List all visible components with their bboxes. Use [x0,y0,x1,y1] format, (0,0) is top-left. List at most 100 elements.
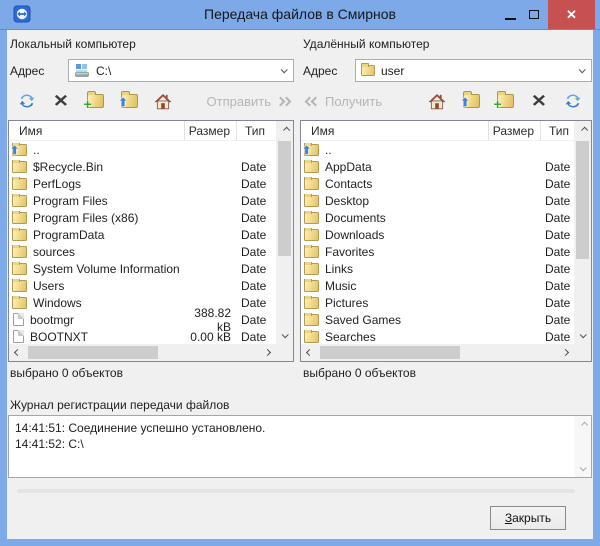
folder-icon [12,280,27,292]
file-row[interactable]: SearchesDate [301,328,574,344]
file-row[interactable]: BOOTNXT0.00 kBDate [9,328,276,344]
file-row[interactable]: LinksDate [301,260,574,277]
file-type: Date [237,262,276,276]
close-window-button[interactable]: ✕ [548,0,595,29]
file-row[interactable]: sourcesDate [9,243,276,260]
file-name: PerfLogs [33,177,81,191]
local-address-value: C:\ [96,64,111,78]
local-address-combobox[interactable]: C:\ [68,59,294,82]
transfer-progressbar [17,489,575,493]
remote-panel-label: Удалённый компьютер [303,37,429,51]
remote-address-combobox[interactable]: user [355,59,592,82]
scroll-right-icon[interactable] [557,344,574,361]
file-row[interactable]: AppData Date [301,158,574,175]
new-folder-button[interactable]: + [78,89,112,113]
remote-new-folder-button[interactable]: + [488,89,522,113]
file-row[interactable]: UsersDate [9,277,276,294]
file-row[interactable]: ⬆.. [9,141,276,158]
send-button-label: Отправить [207,94,271,109]
remote-delete-button[interactable]: ✕ [522,89,556,113]
file-type: Date [541,330,574,344]
local-file-list: Имя Размер Тип ⬆..$Recycle.BinDatePerfLo… [8,120,294,362]
scroll-down-icon[interactable] [276,327,293,344]
scroll-down-icon[interactable] [574,460,591,477]
folder-icon [12,263,27,275]
file-type: Date [541,245,574,259]
folder-up-button[interactable]: ⬆ [112,89,146,113]
remote-address-dropdown-icon[interactable] [571,68,591,73]
file-row[interactable]: DownloadsDate [301,226,574,243]
scrollbar-corner [276,344,293,361]
remote-refresh-button[interactable] [556,89,590,113]
file-row[interactable]: ProgramDataDate [9,226,276,243]
close-button[interactable]: Закрыть [490,506,566,530]
receive-button[interactable]: Получить [302,89,386,113]
scrollbar-thumb[interactable] [576,141,589,259]
send-button[interactable]: Отправить [203,89,294,113]
remote-vertical-scrollbar[interactable] [574,121,591,344]
file-icon [13,330,24,343]
scroll-left-icon[interactable] [9,344,26,361]
new-folder-icon: + [497,94,514,108]
scroll-up-icon[interactable] [574,416,591,433]
remote-address-label: Адрес [303,64,337,78]
file-name: Desktop [325,194,369,208]
file-type: Date [237,160,276,174]
remote-horizontal-scrollbar[interactable] [301,344,574,361]
file-row[interactable]: Favorites Date [301,243,574,260]
file-type: Date [541,160,574,174]
scrollbar-thumb[interactable] [278,141,291,256]
folder-icon [12,195,27,207]
file-row[interactable]: Saved GamesDate [301,311,574,328]
local-horizontal-scrollbar[interactable] [9,344,276,361]
file-row[interactable]: System Volume InformationDate [9,260,276,277]
remote-selection-status: выбрано 0 объектов [303,366,416,380]
column-header-size[interactable]: Размер [185,121,237,140]
file-row[interactable]: DocumentsDate [301,209,574,226]
home-icon [428,93,446,110]
column-header-name[interactable]: Имя [9,121,185,140]
file-row[interactable]: MusicDate [301,277,574,294]
log-scrollbar[interactable] [574,416,591,477]
scroll-up-icon[interactable] [574,121,591,138]
delete-button[interactable]: ✕ [44,89,78,113]
local-address-label: Адрес [10,64,44,78]
file-name: Contacts [325,177,372,191]
remote-folder-up-button[interactable]: ⬆ [454,89,488,113]
file-type: Date [541,262,574,276]
scroll-up-icon[interactable] [276,121,293,138]
scrollbar-thumb[interactable] [320,346,460,359]
local-selection-status: выбрано 0 объектов [10,366,123,380]
file-row[interactable]: ⬆.. [301,141,574,158]
file-row[interactable]: bootmgr388.82 kBDate [9,311,276,328]
file-row[interactable]: Program FilesDate [9,192,276,209]
file-name: Favorites [325,245,374,259]
scroll-down-icon[interactable] [574,327,591,344]
file-row[interactable]: PicturesDate [301,294,574,311]
file-name: Pictures [325,296,368,310]
local-address-dropdown-icon[interactable] [273,68,293,73]
file-name: ProgramData [33,228,104,242]
new-folder-icon: + [87,94,104,108]
file-name: Downloads [325,228,384,242]
column-header-name[interactable]: Имя [301,121,489,140]
column-header-size[interactable]: Размер [489,121,541,140]
file-row[interactable]: Program Files (x86)Date [9,209,276,226]
remote-home-button[interactable] [420,89,454,113]
scroll-left-icon[interactable] [301,344,318,361]
file-row[interactable]: $Recycle.BinDate [9,158,276,175]
scroll-right-icon[interactable] [259,344,276,361]
titlebar[interactable]: Передача файлов в Смирнов ✕ [0,0,600,30]
file-name: AppData [325,160,372,174]
home-button[interactable] [146,89,180,113]
scrollbar-thumb[interactable] [28,346,158,359]
file-row[interactable]: ContactsDate [301,175,574,192]
minimize-button[interactable] [498,0,522,29]
maximize-button[interactable] [522,0,546,29]
refresh-button[interactable] [10,89,44,113]
local-vertical-scrollbar[interactable] [276,121,293,344]
file-row[interactable]: DesktopDate [301,192,574,209]
file-name: Documents [325,211,386,225]
file-row[interactable]: PerfLogsDate [9,175,276,192]
local-toolbar: ✕ + ⬆ Отправить [10,88,294,114]
